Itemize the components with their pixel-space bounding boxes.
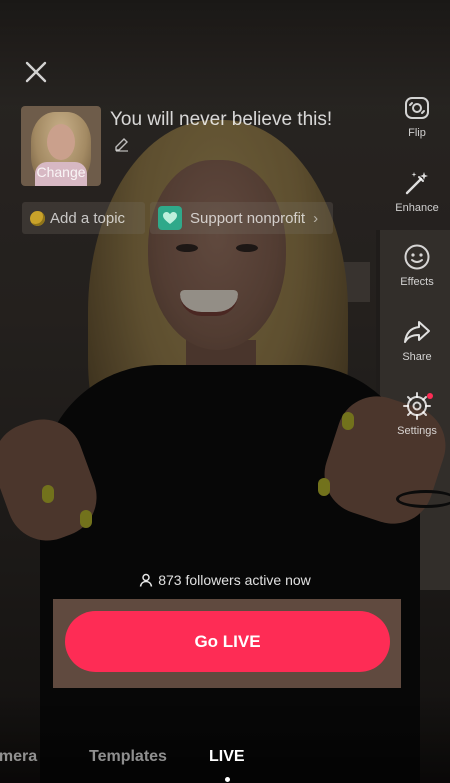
top-gradient [0, 0, 450, 110]
pencil-icon[interactable] [114, 136, 130, 152]
cover-thumbnail-face [47, 124, 75, 160]
magic-wand-icon [405, 172, 428, 195]
flip-camera-icon [405, 97, 429, 119]
coin-icon [30, 210, 45, 226]
smiley-icon [404, 244, 430, 270]
enhance-label: Enhance [395, 202, 439, 214]
add-topic-label: Add a topic [50, 209, 126, 227]
tab-camera[interactable]: amera [0, 748, 37, 766]
effects-button[interactable]: Effects [388, 242, 446, 288]
settings-button[interactable]: Settings [388, 391, 446, 437]
enhance-button[interactable]: Enhance [388, 168, 446, 214]
close-icon [25, 61, 47, 83]
support-nonprofit-label: Support nonprofit [190, 209, 306, 227]
cover-change-label: Change [36, 164, 86, 180]
share-button[interactable]: Share [388, 317, 446, 363]
live-title-input[interactable]: You will never believe this! [110, 109, 332, 131]
tab-live[interactable]: LIVE [209, 748, 245, 766]
effects-label: Effects [400, 276, 434, 288]
person-icon [139, 573, 153, 587]
notification-dot [427, 393, 433, 399]
cover-image-button[interactable]: Change [21, 106, 101, 186]
go-live-label: Go LIVE [194, 631, 261, 651]
share-arrow-icon [404, 321, 430, 343]
chevron-right-icon: › [313, 209, 319, 227]
mode-tabs: amera Templates LIVE [0, 748, 450, 772]
close-button[interactable] [22, 58, 50, 86]
add-topic-button[interactable]: Add a topic [22, 202, 145, 234]
heart-globe-icon [158, 206, 182, 230]
tab-templates[interactable]: Templates [89, 748, 167, 766]
active-tab-indicator [225, 777, 230, 782]
settings-label: Settings [397, 425, 437, 437]
share-label: Share [402, 351, 432, 363]
support-nonprofit-button[interactable]: Support nonprofit › [150, 202, 333, 234]
flip-label: Flip [408, 127, 426, 139]
followers-active-indicator: 873 followers active now [0, 572, 450, 590]
followers-text: 873 followers active now [158, 572, 311, 588]
flip-button[interactable]: Flip [388, 93, 446, 139]
go-live-button[interactable]: Go LIVE [65, 611, 390, 672]
